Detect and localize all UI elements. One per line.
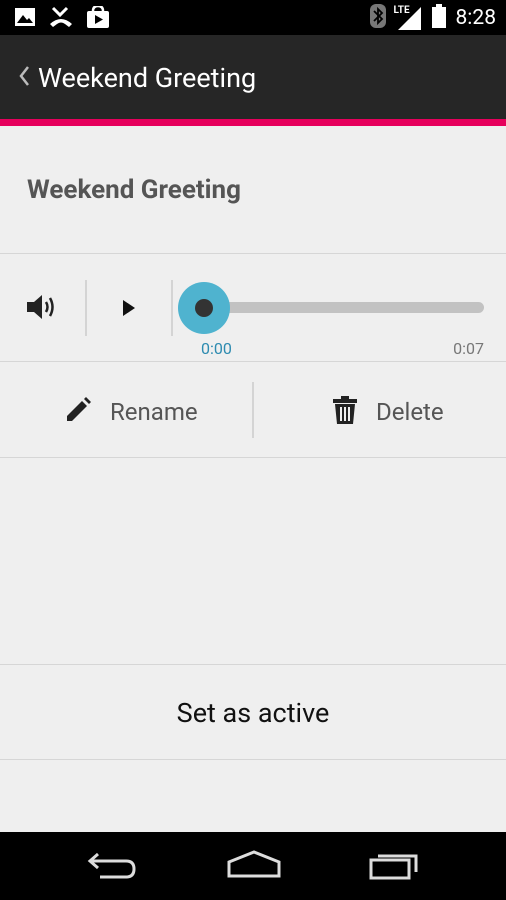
duration: 0:07 bbox=[453, 339, 484, 358]
rename-label: Rename bbox=[110, 398, 198, 426]
delete-button[interactable]: Delete bbox=[332, 390, 444, 434]
home-icon[interactable] bbox=[226, 848, 282, 886]
pencil-icon bbox=[64, 396, 92, 428]
actions-divider bbox=[0, 457, 506, 458]
player-separator bbox=[85, 280, 87, 336]
action-bar: Weekend Greeting bbox=[0, 35, 506, 119]
volume-icon[interactable] bbox=[26, 293, 58, 325]
delete-label: Delete bbox=[376, 398, 444, 426]
action-bar-title[interactable]: Weekend Greeting bbox=[38, 62, 256, 94]
play-store-icon bbox=[86, 4, 110, 32]
header-divider bbox=[0, 253, 506, 254]
accent-divider bbox=[0, 119, 506, 126]
missed-call-icon bbox=[48, 6, 74, 32]
set-active-bottom-divider bbox=[0, 759, 506, 760]
set-as-active-button[interactable]: Set as active bbox=[0, 665, 506, 760]
seek-bar-thumb-dot bbox=[195, 299, 213, 317]
back-chevron-icon[interactable] bbox=[18, 65, 30, 91]
network-type-label: LTE bbox=[393, 5, 410, 16]
signal-icon: LTE bbox=[393, 5, 422, 31]
seek-bar-track[interactable] bbox=[204, 302, 484, 313]
image-icon bbox=[14, 6, 36, 32]
recents-icon[interactable] bbox=[368, 848, 422, 886]
actions-separator bbox=[252, 382, 254, 438]
status-clock: 8:28 bbox=[455, 6, 497, 30]
player-separator bbox=[171, 280, 173, 336]
rename-button[interactable]: Rename bbox=[64, 390, 198, 434]
play-icon[interactable] bbox=[122, 299, 136, 321]
trash-icon bbox=[332, 395, 358, 429]
navigation-bar bbox=[0, 832, 506, 900]
bluetooth-icon bbox=[369, 4, 386, 32]
page-title: Weekend Greeting bbox=[27, 175, 241, 205]
back-icon[interactable] bbox=[86, 848, 138, 886]
current-time: 0:00 bbox=[201, 339, 232, 358]
set-as-active-label: Set as active bbox=[176, 696, 330, 729]
battery-icon bbox=[431, 4, 446, 32]
player-divider bbox=[0, 361, 506, 362]
seek-bar-thumb[interactable] bbox=[178, 282, 230, 334]
status-bar: LTE 8:28 bbox=[0, 0, 506, 35]
